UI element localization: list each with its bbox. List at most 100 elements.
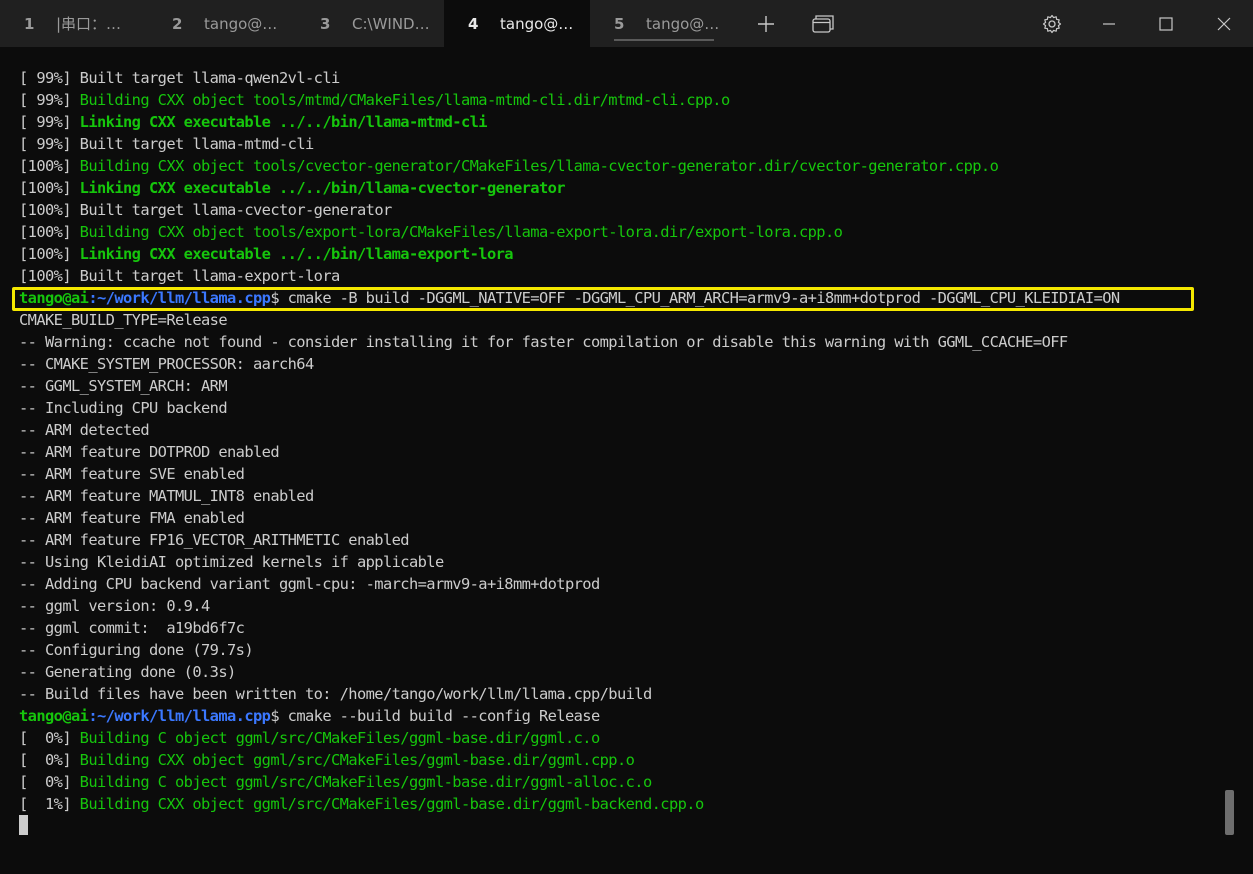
output-line: -- GGML_SYSTEM_ARCH: ARM (19, 375, 228, 397)
output-line: -- Adding CPU backend variant ggml-cpu: … (19, 573, 600, 595)
scrollbar-thumb[interactable] (1225, 790, 1234, 835)
tab-number: 1 (24, 14, 35, 33)
output-line: [ 99%] Built target llama-mtmd-cli (19, 133, 314, 155)
line-text: CMAKE_BUILD_TYPE=Release (19, 311, 228, 329)
line-text: -- ARM feature FP16_VECTOR_ARITHMETIC en… (19, 531, 410, 549)
line-text: Linking CXX executable ../../bin/llama-c… (79, 179, 566, 197)
tab-4[interactable]: 4 tango@… (444, 0, 590, 47)
tab-dropdown-button[interactable] (800, 0, 846, 47)
progress-prefix: [ 99%] (19, 113, 80, 131)
line-text: -- Warning: ccache not found - consider … (19, 333, 1068, 351)
tab-title: tango@… (204, 14, 278, 33)
output-line: -- ARM feature DOTPROD enabled (19, 441, 280, 463)
line-text: -- ggml version: 0.9.4 (19, 597, 210, 615)
output-line: -- ARM detected (19, 419, 150, 441)
maximize-icon (1159, 16, 1173, 31)
line-text: Linking CXX executable ../../bin/llama-m… (79, 113, 488, 131)
line-text: Building CXX object tools/mtmd/CMakeFile… (79, 91, 731, 109)
output-line: -- Including CPU backend (19, 397, 228, 419)
tab-number: 2 (172, 14, 183, 33)
tab-title: C:\WIND… (352, 14, 430, 33)
output-line: [ 1%] Building CXX object ggml/src/CMake… (19, 793, 704, 815)
close-icon (1217, 17, 1231, 30)
new-tab-button[interactable] (743, 0, 789, 47)
tab-title: |串口：… (56, 15, 122, 33)
progress-prefix: [100%] (19, 267, 80, 285)
terminal-cursor (19, 815, 28, 835)
line-text: Built target llama-qwen2vl-cli (79, 69, 341, 87)
tab-title: tango@… (500, 14, 574, 33)
progress-prefix: [ 1%] (19, 795, 80, 813)
line-text: -- ARM feature MATMUL_INT8 enabled (19, 487, 314, 505)
output-line: -- CMAKE_SYSTEM_PROCESSOR: aarch64 (19, 353, 314, 375)
output-line: [100%] Linking CXX executable ../../bin/… (19, 177, 566, 199)
line-text: -- Including CPU backend (19, 399, 228, 417)
progress-prefix: [ 99%] (19, 69, 80, 87)
command-line: tango@ai:~/work/llm/llama.cpp$ cmake --b… (19, 705, 600, 727)
tab-2[interactable]: 2 tango@… (148, 0, 296, 47)
gear-icon (1042, 14, 1062, 33)
line-text: -- Adding CPU backend variant ggml-cpu: … (19, 575, 600, 593)
terminal-pane[interactable]: [ 99%] Built target llama-qwen2vl-cli [ … (0, 47, 1253, 874)
tab-3[interactable]: 3 C:\WIND… (296, 0, 444, 47)
line-text: Building C object ggml/src/CMakeFiles/gg… (79, 729, 601, 747)
tab-underline (614, 39, 714, 41)
line-text: Built target llama-export-lora (79, 267, 341, 285)
output-line: -- ARM feature FP16_VECTOR_ARITHMETIC en… (19, 529, 410, 551)
line-text: Built target llama-mtmd-cli (79, 135, 315, 153)
tab-1[interactable]: 1 |串口：… (0, 0, 148, 47)
line-text: -- ARM detected (19, 421, 150, 439)
tab-number: 5 (614, 14, 625, 33)
window-icon (812, 14, 834, 33)
output-line: [100%] Building CXX object tools/cvector… (19, 155, 999, 177)
output-line: -- Build files have been written to: /ho… (19, 683, 652, 705)
command-text: $ cmake --build build --config Release (270, 707, 600, 725)
title-bar: 1 |串口：… 2 tango@… 3 C:\WIND… 4 tango@… 5… (0, 0, 1253, 47)
line-text: Building C object ggml/src/CMakeFiles/gg… (79, 773, 653, 791)
output-line: -- ggml version: 0.9.4 (19, 595, 210, 617)
line-text: Building CXX object ggml/src/CMakeFiles/… (79, 795, 705, 813)
line-text: Built target llama-cvector-generator (79, 201, 393, 219)
line-text: -- ARM feature SVE enabled (19, 465, 245, 483)
settings-button[interactable] (1029, 0, 1075, 47)
output-line: [100%] Linking CXX executable ../../bin/… (19, 243, 514, 265)
output-line: -- Configuring done (79.7s) (19, 639, 254, 661)
line-text: -- GGML_SYSTEM_ARCH: ARM (19, 377, 228, 395)
close-button[interactable] (1201, 0, 1247, 47)
progress-prefix: [100%] (19, 223, 80, 241)
line-text: Linking CXX executable ../../bin/llama-e… (79, 245, 514, 263)
progress-prefix: [100%] (19, 157, 80, 175)
line-text: Building CXX object ggml/src/CMakeFiles/… (79, 751, 635, 769)
prompt-user: tango@ai (19, 707, 89, 725)
output-line: -- Warning: ccache not found - consider … (19, 331, 1068, 353)
output-line: -- ARM feature SVE enabled (19, 463, 245, 485)
minimize-button[interactable] (1086, 0, 1132, 47)
line-text: -- ggml commit: a19bd6f7c (19, 619, 245, 637)
progress-prefix: [ 0%] (19, 729, 80, 747)
output-line: [100%] Built target llama-export-lora (19, 265, 340, 287)
line-text: -- ARM feature DOTPROD enabled (19, 443, 280, 461)
tab-title: tango@… (646, 14, 720, 33)
plus-icon (758, 15, 774, 32)
line-text: -- Configuring done (79.7s) (19, 641, 254, 659)
tab-5[interactable]: 5 tango@… (590, 0, 738, 47)
output-line: [ 99%] Building CXX object tools/mtmd/CM… (19, 89, 730, 111)
tab-number: 4 (468, 14, 479, 33)
output-line: -- Generating done (0.3s) (19, 661, 236, 683)
output-line: -- Using KleidiAI optimized kernels if a… (19, 551, 444, 573)
line-text: Building CXX object tools/cvector-genera… (79, 157, 999, 175)
tab-number: 3 (320, 14, 331, 33)
prompt-path: :~/work/llm/llama.cpp (88, 707, 271, 725)
progress-prefix: [ 99%] (19, 135, 80, 153)
line-text: Building CXX object tools/export-lora/CM… (79, 223, 843, 241)
output-line: [100%] Built target llama-cvector-genera… (19, 199, 392, 221)
maximize-button[interactable] (1143, 0, 1189, 47)
output-line: [ 0%] Building CXX object ggml/src/CMake… (19, 749, 635, 771)
output-line: [ 99%] Built target llama-qwen2vl-cli (19, 67, 340, 89)
output-line: -- ARM feature FMA enabled (19, 507, 245, 529)
highlight-box (12, 287, 1194, 311)
line-text: -- CMAKE_SYSTEM_PROCESSOR: aarch64 (19, 355, 314, 373)
output-line: [ 0%] Building C object ggml/src/CMakeFi… (19, 727, 600, 749)
progress-prefix: [100%] (19, 201, 80, 219)
minimize-icon (1103, 22, 1115, 25)
